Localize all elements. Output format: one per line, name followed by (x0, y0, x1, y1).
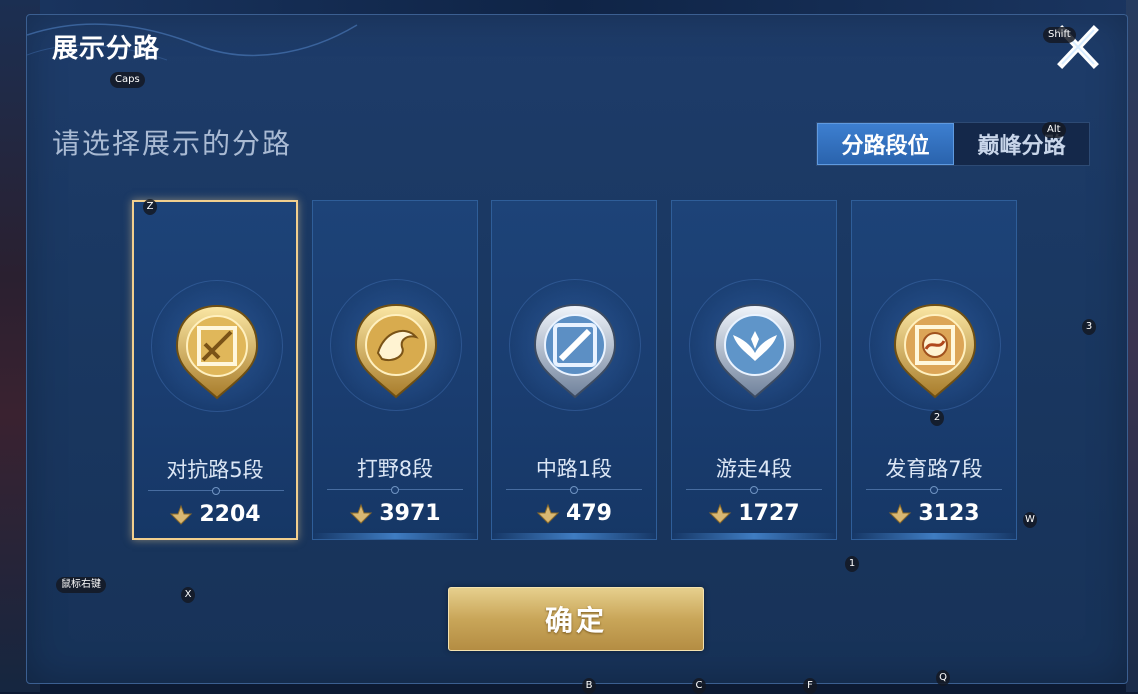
score-row: 2204 (134, 502, 296, 527)
lane-card-roam[interactable]: 游走4段 1727 (671, 200, 837, 540)
key-hint-z: Z (143, 199, 157, 215)
lane-score: 3123 (918, 501, 980, 526)
sword-emblem-icon (175, 304, 259, 400)
score-row: 3123 (852, 501, 1016, 526)
score-row: 1727 (672, 501, 836, 526)
lane-card-jungle[interactable]: 打野8段 3971 (312, 200, 478, 540)
select-lane-prompt: 请选择展示的分路 (52, 127, 293, 160)
divider-dot (750, 486, 758, 494)
lane-score: 3971 (379, 501, 441, 526)
lane-card-bot[interactable]: 发育路7段 3123 (851, 200, 1017, 540)
score-row: 479 (492, 501, 656, 526)
lane-rank-label: 游走4段 (715, 457, 793, 481)
key-hint-caps: Caps (110, 72, 145, 88)
card-glow (313, 533, 477, 539)
rank-points-icon (350, 503, 373, 524)
lane-rank-label: 中路1段 (535, 457, 613, 481)
key-hint-3: 3 (1082, 319, 1096, 335)
lane-card-mid[interactable]: 中路1段 479 (491, 200, 657, 540)
divider-dot (212, 487, 220, 495)
key-hint-shift: Shift (1043, 27, 1076, 43)
lane-card-top[interactable]: 对抗路5段 2204 (132, 200, 298, 540)
rank-points-icon (709, 503, 732, 524)
confirm-label: 确定 (544, 604, 607, 637)
tab-peak-lane[interactable]: 巅峰分路 (954, 123, 1089, 165)
dialog-title: 展示分路 (52, 34, 161, 64)
lane-rank-label: 对抗路5段 (166, 458, 264, 482)
key-hint-1: 1 (845, 556, 859, 572)
key-hint-w: W (1023, 512, 1037, 528)
card-glow (852, 533, 1016, 539)
rank-points-icon (536, 503, 560, 524)
confirm-button[interactable]: 确定 (448, 587, 704, 651)
key-hint-q: Q (936, 670, 950, 686)
staff-emblem-icon (533, 303, 617, 399)
key-hint-mouse-right: 鼠标右键 (56, 577, 106, 593)
key-hint-x: X (181, 587, 195, 603)
lane-score: 2204 (199, 502, 261, 527)
tab-lane-rank[interactable]: 分路段位 (817, 123, 954, 165)
dragon-emblem-icon (354, 303, 438, 399)
lane-rank-label: 打野8段 (356, 457, 434, 481)
lane-score: 479 (566, 501, 612, 526)
bow-emblem-icon (893, 303, 977, 399)
key-hint-alt: Alt (1042, 122, 1066, 138)
lane-rank-label: 发育路7段 (885, 457, 983, 481)
divider-dot (930, 486, 938, 494)
score-row: 3971 (313, 501, 477, 526)
card-glow (672, 533, 836, 539)
card-glow (492, 533, 656, 539)
lane-score: 1727 (738, 501, 800, 526)
divider-dot (391, 486, 399, 494)
key-hint-2: 2 (930, 410, 944, 426)
wings-emblem-icon (713, 303, 797, 399)
background-top (0, 0, 1138, 14)
divider-dot (570, 486, 578, 494)
rank-points-icon (170, 504, 193, 525)
rank-points-icon (889, 503, 912, 524)
